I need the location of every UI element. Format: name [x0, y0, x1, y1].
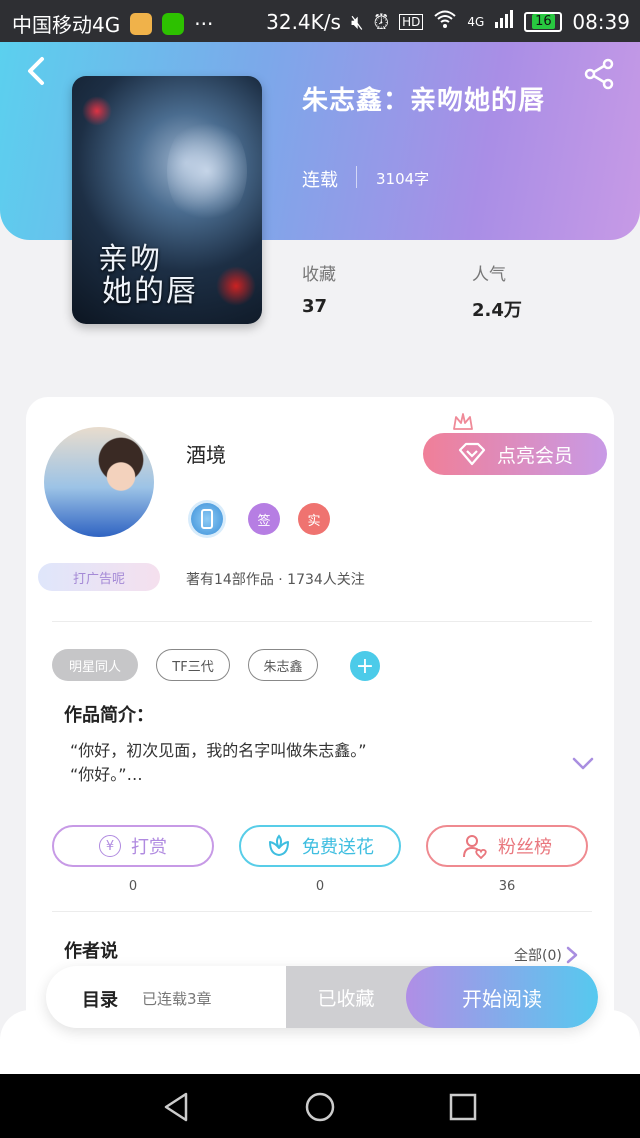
status-bar: 中国移动4G ··· 32.4K/s 🔇︎ ⏰︎ HD 4G 16 08:39	[0, 0, 640, 42]
tag-item[interactable]: 明星同人	[52, 649, 138, 681]
battery-level: 16	[532, 14, 555, 29]
signal-icon	[494, 9, 514, 34]
user-heart-icon	[463, 835, 487, 859]
all-link-label: 全部(0)	[514, 948, 562, 964]
cover-title-line2: 她的唇	[102, 274, 198, 309]
chevron-down-icon[interactable]	[572, 757, 594, 771]
author-avatar[interactable]	[44, 427, 154, 537]
share-icon[interactable]	[584, 58, 616, 90]
nav-recents-icon[interactable]	[446, 1090, 480, 1124]
battery-icon: 16	[524, 11, 563, 32]
back-arrow-icon[interactable]	[22, 56, 52, 86]
divider	[52, 911, 592, 912]
alarm-icon: ⏰︎	[373, 9, 390, 34]
toc-button[interactable]: 目录	[82, 986, 118, 1012]
start-reading-button[interactable]: 开始阅读	[406, 966, 598, 1028]
book-status: 连载	[302, 170, 338, 191]
bottom-action-bar: 目录 已连载3章 已收藏 开始阅读	[46, 966, 598, 1028]
popularity-value: 2.4万	[472, 300, 522, 321]
hd-icon: HD	[399, 13, 424, 30]
tip-label: 打赏	[131, 837, 167, 858]
word-count: 3104字	[376, 170, 430, 188]
author-name[interactable]: 酒境	[186, 439, 226, 468]
ad-tag[interactable]: 打广告呢	[38, 563, 160, 591]
cover-title: 亲吻 她的唇	[98, 244, 198, 308]
network-type: 4G	[467, 14, 485, 29]
more-dots-icon: ···	[194, 11, 214, 36]
divider	[52, 621, 592, 622]
diamond-icon	[458, 442, 486, 466]
cover-rose	[216, 266, 256, 306]
cover-figure	[167, 116, 247, 226]
tip-button[interactable]: ¥ 打赏	[52, 825, 214, 867]
wechat-icon	[162, 12, 185, 35]
cat-app-icon	[130, 12, 153, 35]
toc-chapter-count[interactable]: 已连载3章	[142, 988, 212, 1009]
add-tag-button[interactable]: +	[350, 651, 380, 681]
tip-count: 0	[128, 879, 138, 894]
flower-count: 0	[315, 879, 325, 894]
signed-author-badge[interactable]: 签	[248, 503, 280, 535]
yen-icon: ¥	[99, 835, 121, 857]
intro-title: 作品简介：	[64, 705, 154, 726]
phone-verified-badge-icon[interactable]	[191, 503, 223, 535]
fans-label: 粉丝榜	[498, 837, 552, 858]
collected-label: 已收藏	[317, 987, 375, 1010]
real-name-badge[interactable]: 实	[298, 503, 330, 535]
crown-icon	[453, 413, 473, 430]
tag-item[interactable]: TF三代	[156, 649, 230, 681]
fans-count: 36	[498, 879, 516, 894]
collect-label: 收藏	[302, 265, 336, 285]
author-meta: 著有14部作品 · 1734人关注	[186, 572, 365, 588]
book-cover[interactable]: 亲吻 她的唇	[72, 76, 262, 324]
tag-item[interactable]: 朱志鑫	[248, 649, 318, 681]
collect-value: 37	[302, 296, 328, 317]
wifi-icon	[433, 9, 457, 34]
intro-text[interactable]: “你好，初次见面，我的名字叫做朱志鑫。” “你好。”…	[70, 739, 367, 787]
nav-home-icon[interactable]	[303, 1090, 337, 1124]
flower-label: 免费送花	[302, 837, 374, 858]
net-speed: 32.4K/s	[266, 9, 341, 34]
cover-rose	[82, 96, 112, 126]
clock: 08:39	[572, 9, 630, 34]
cover-title-line1: 亲吻	[98, 242, 162, 277]
popularity-label: 人气	[472, 265, 506, 285]
author-says-all-link[interactable]: 全部(0)	[514, 945, 578, 965]
book-detail-card: 酒境 点亮会员 签 实 打广告呢 著有14部作品 · 1734人关注 明星同人 …	[26, 397, 614, 1037]
vip-button[interactable]: 点亮会员	[423, 433, 607, 475]
flower-icon	[269, 834, 289, 856]
status-divider	[356, 166, 357, 188]
system-nav-bar	[0, 1074, 640, 1138]
carrier-label: 中国移动4G	[12, 13, 121, 37]
mute-icon: 🔇︎	[350, 9, 364, 34]
author-says-title: 作者说	[64, 941, 118, 962]
intro-line: “你好。”…	[70, 765, 143, 784]
book-title: 朱志鑫：亲吻她的唇	[302, 86, 546, 116]
vip-button-label: 点亮会员	[496, 444, 573, 467]
chevron-right-icon	[566, 946, 578, 964]
nav-back-icon[interactable]	[160, 1090, 194, 1124]
fans-rank-button[interactable]: 粉丝榜	[426, 825, 588, 867]
send-flower-button[interactable]: 免费送花	[239, 825, 401, 867]
intro-line: “你好，初次见面，我的名字叫做朱志鑫。”	[70, 741, 367, 760]
